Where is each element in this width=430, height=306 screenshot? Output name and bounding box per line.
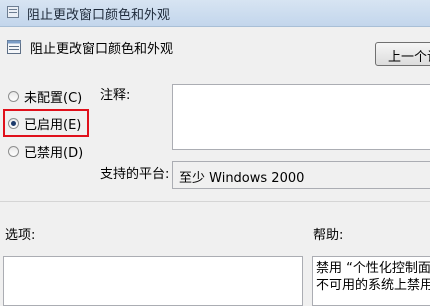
radio-disabled-label: 已禁用(D) [24,145,84,161]
policy-icon [7,6,19,18]
section-divider [0,201,430,202]
previous-setting-button[interactable]: 上一个设 [375,42,430,66]
platform-label: 支持的平台: [100,167,170,182]
help-line: 禁用 “个性化控制面板 [316,261,430,276]
policy-settings-icon [7,40,21,54]
comment-textarea[interactable] [172,84,430,150]
help-line: 不可用的系统上禁用 [316,278,430,293]
radio-not-configured[interactable]: 未配置(C) [8,87,83,106]
platform-field: 至少 Windows 2000 [172,161,430,189]
window-title: 阻止更改窗口颜色和外观 [27,8,171,23]
radio-disabled[interactable]: 已禁用(D) [8,142,84,161]
radio-disabled-indicator[interactable] [8,145,19,157]
options-label: 选项: [5,228,36,243]
platform-value: 至少 Windows 2000 [179,171,305,186]
title-bar: 阻止更改窗口颜色和外观 [0,0,430,27]
enabled-highlight-box [3,109,89,137]
radio-not-configured-label: 未配置(C) [24,90,83,106]
help-panel[interactable]: 禁用 “个性化控制面板 不可用的系统上禁用 [312,256,430,306]
options-panel[interactable] [3,256,303,306]
comment-label: 注释: [100,88,131,103]
radio-not-configured-indicator[interactable] [8,90,19,102]
help-label: 帮助: [313,228,344,243]
policy-title: 阻止更改窗口颜色和外观 [30,42,174,57]
